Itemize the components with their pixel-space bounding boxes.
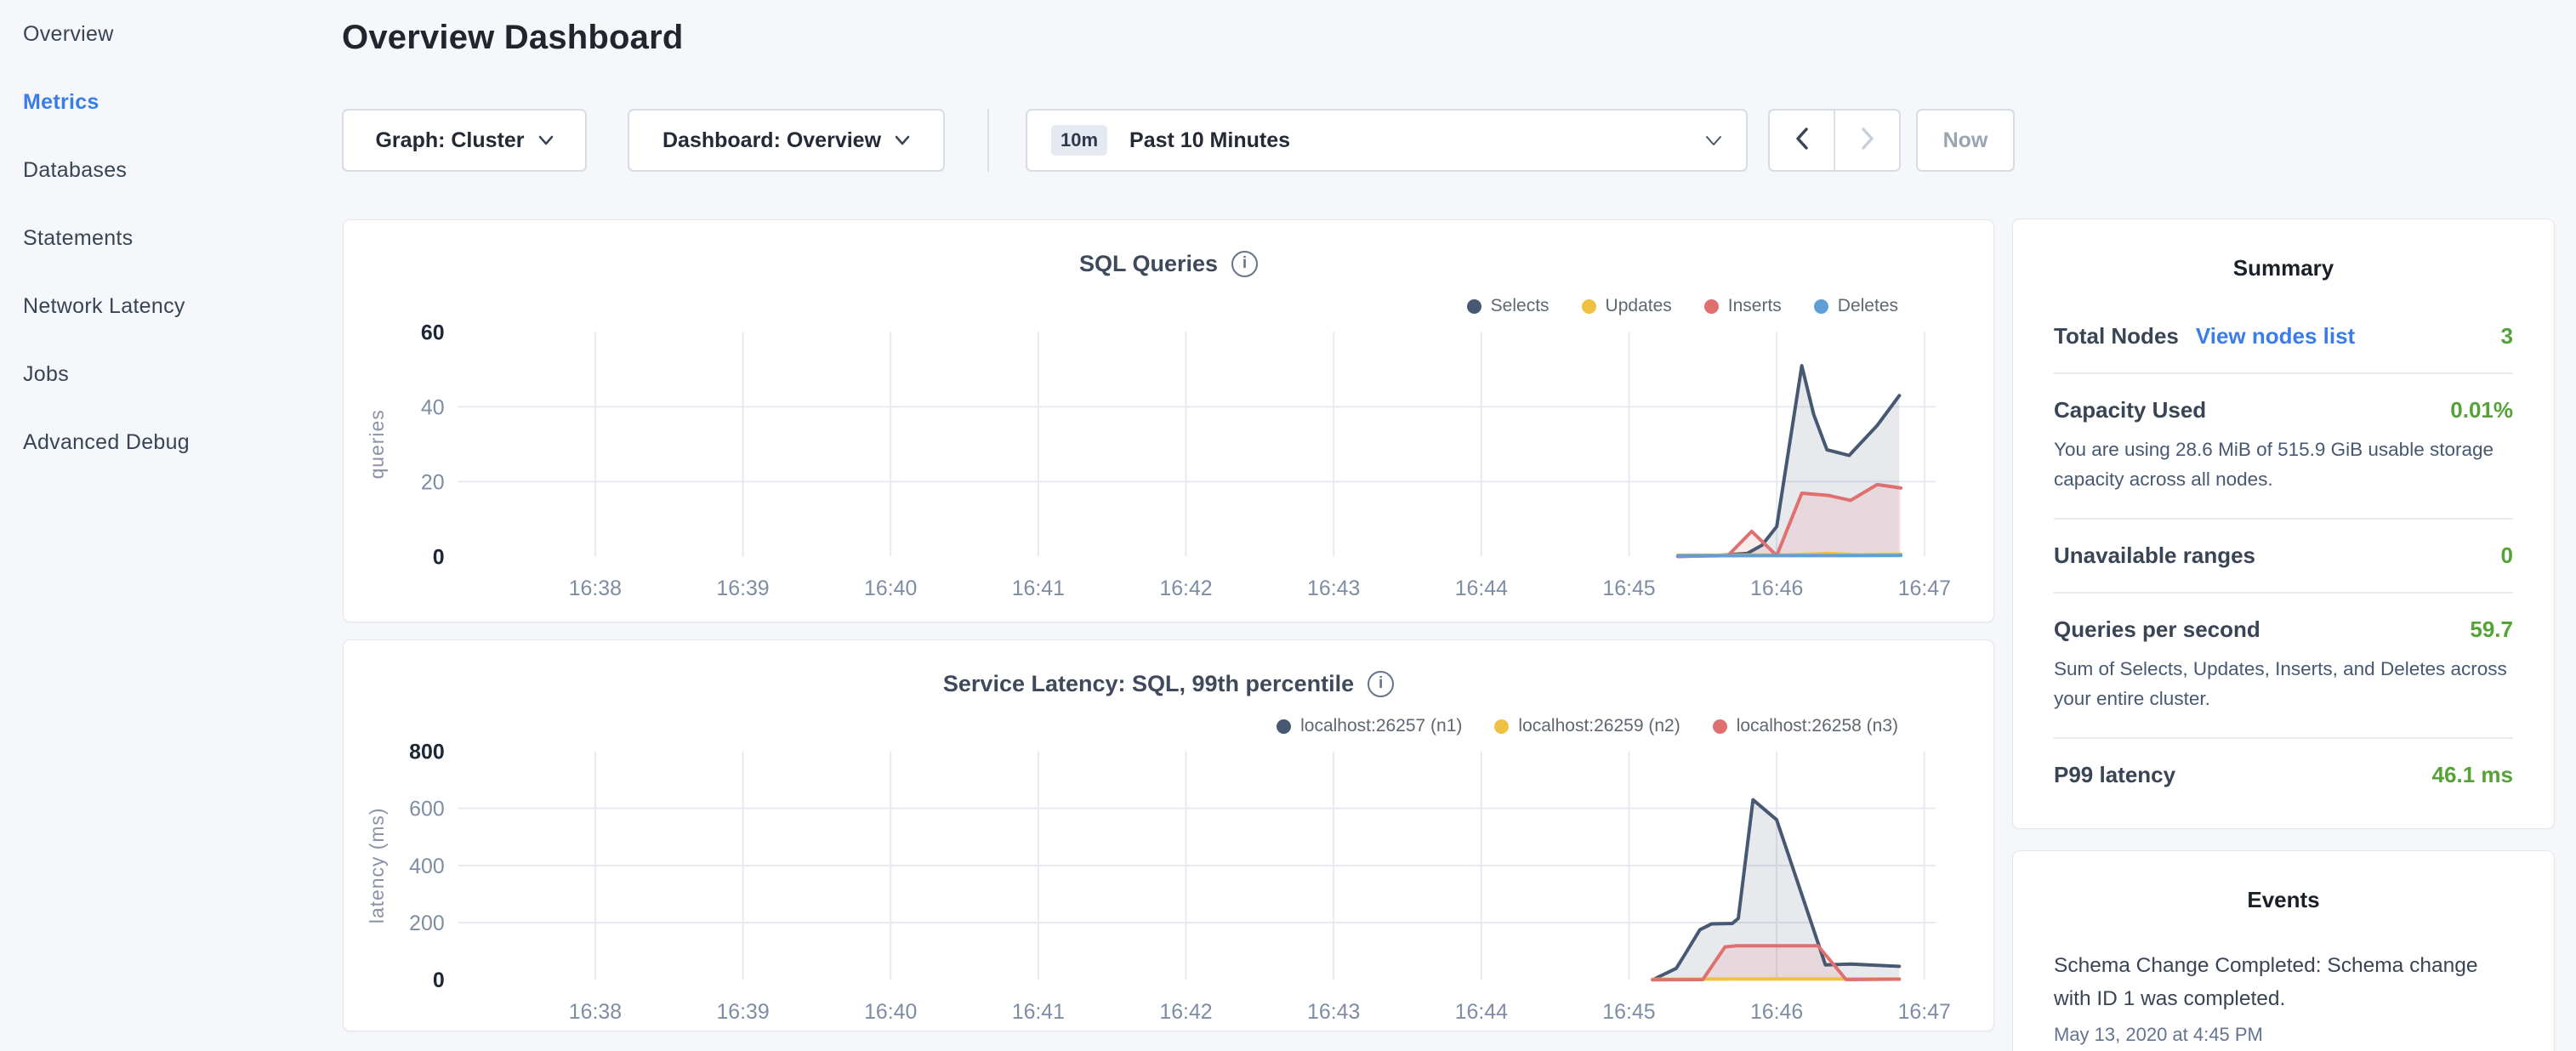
x-tick-label: 16:42 xyxy=(1159,577,1212,600)
x-tick-label: 16:41 xyxy=(1012,1000,1065,1024)
arrow-left-icon xyxy=(1795,128,1809,154)
summary-row-label: Capacity Used xyxy=(2054,397,2206,423)
y-tick-label: 20 xyxy=(421,470,445,494)
chart-plot: 16:38 16:39 16:40 16:41 16:42 16:43 16:44 16:45… xyxy=(344,220,1993,622)
service-latency-chart-card: Service Latency: SQL, 99th percentile i … xyxy=(343,639,1994,1031)
summary-row-total-nodes: Total Nodes View nodes list 3 xyxy=(2054,300,2513,372)
sidebar-item-overview[interactable]: Overview xyxy=(0,0,332,68)
summary-row-label: Queries per second xyxy=(2054,616,2260,643)
x-tick-label: 16:44 xyxy=(1455,577,1508,600)
event-message: Schema Change Completed: Schema change w… xyxy=(2054,949,2513,1015)
time-window-label: Past 10 Minutes xyxy=(1129,128,1290,153)
x-tick-label: 16:44 xyxy=(1455,1000,1508,1024)
chevron-down-icon xyxy=(1705,135,1722,146)
y-tick-label: 200 xyxy=(409,912,445,935)
dashboard-label: Dashboard: Overview xyxy=(662,128,881,153)
graph-scope-label: Graph: Cluster xyxy=(375,128,524,153)
x-tick-label: 16:40 xyxy=(864,577,917,600)
x-tick-label: 16:43 xyxy=(1307,1000,1360,1024)
y-tick-label: 0 xyxy=(433,545,445,569)
y-tick-label: 800 xyxy=(409,740,445,764)
page-title: Overview Dashboard xyxy=(342,19,684,57)
y-tick-label: 400 xyxy=(409,855,445,878)
chart-plot: 16:38 16:39 16:40 16:41 16:42 16:43 16:44 16:45… xyxy=(344,640,1993,1031)
dashboard-dropdown[interactable]: Dashboard: Overview xyxy=(628,109,945,172)
x-tick-label: 16:39 xyxy=(716,1000,769,1024)
summary-row-queries-per-second: Queries per second 59.7 Sum of Selects, … xyxy=(2054,592,2513,737)
time-window-badge: 10m xyxy=(1051,125,1107,156)
events-title: Events xyxy=(2054,887,2513,913)
event-timestamp: May 13, 2020 at 4:45 PM xyxy=(2054,1024,2513,1046)
toolbar-divider xyxy=(987,109,989,172)
summary-row-value: 0 xyxy=(2501,543,2513,569)
sql-queries-chart-card: SQL Queries i SelectsUpdatesInsertsDelet… xyxy=(343,219,1994,622)
x-tick-label: 16:43 xyxy=(1307,577,1360,600)
graph-scope-dropdown[interactable]: Graph: Cluster xyxy=(342,109,587,172)
y-tick-label: 40 xyxy=(421,395,445,419)
x-tick-label: 16:47 xyxy=(1898,1000,1951,1024)
prev-time-button[interactable] xyxy=(1770,111,1834,170)
x-tick-label: 16:38 xyxy=(569,1000,622,1024)
y-tick-label: 60 xyxy=(421,321,445,344)
event-list-item[interactable]: Schema Change Completed: Schema change w… xyxy=(2054,949,2513,1046)
y-tick-label: 0 xyxy=(433,969,445,992)
x-tick-label: 16:39 xyxy=(716,577,769,600)
time-step-buttons xyxy=(1768,109,1901,172)
summary-row-capacity-used: Capacity Used 0.01% You are using 28.6 M… xyxy=(2054,372,2513,518)
x-tick-label: 16:38 xyxy=(569,577,622,600)
arrow-right-icon xyxy=(1861,128,1874,154)
events-panel: Events Schema Change Completed: Schema c… xyxy=(2012,850,2555,1051)
x-tick-label: 16:40 xyxy=(864,1000,917,1024)
sidebar-item-network-latency[interactable]: Network Latency xyxy=(0,272,332,340)
x-tick-label: 16:41 xyxy=(1012,577,1065,600)
summary-panel: Summary Total Nodes View nodes list 3 Ca… xyxy=(2012,219,2555,829)
sidebar-item-jobs[interactable]: Jobs xyxy=(0,340,332,408)
chevron-down-icon xyxy=(895,135,910,145)
summary-row-p99-latency: P99 latency 46.1 ms xyxy=(2054,737,2513,811)
x-tick-label: 16:45 xyxy=(1602,577,1655,600)
now-button[interactable]: Now xyxy=(1916,109,2015,172)
summary-title: Summary xyxy=(2054,255,2513,281)
sidebar-item-databases[interactable]: Databases xyxy=(0,136,332,204)
y-axis-unit-label: latency (ms) xyxy=(366,808,388,924)
x-tick-label: 16:45 xyxy=(1602,1000,1655,1024)
view-nodes-list-link[interactable]: View nodes list xyxy=(2196,323,2355,349)
summary-row-unavailable-ranges: Unavailable ranges 0 xyxy=(2054,518,2513,592)
next-time-button[interactable] xyxy=(1834,111,1899,170)
y-tick-label: 600 xyxy=(409,798,445,821)
summary-row-label: Unavailable ranges xyxy=(2054,543,2255,569)
summary-row-subtext: Sum of Selects, Updates, Inserts, and De… xyxy=(2054,655,2513,714)
summary-row-label: Total Nodes xyxy=(2054,323,2179,349)
y-axis-unit-label: queries xyxy=(366,409,388,479)
summary-row-value: 59.7 xyxy=(2470,616,2513,643)
sidebar-item-statements[interactable]: Statements xyxy=(0,204,332,272)
x-tick-label: 16:42 xyxy=(1159,1000,1212,1024)
time-range-dropdown[interactable]: 10m Past 10 Minutes xyxy=(1026,109,1748,172)
summary-row-value: 0.01% xyxy=(2450,397,2513,423)
summary-row-value: 46.1 ms xyxy=(2432,762,2513,788)
x-tick-label: 16:46 xyxy=(1750,1000,1803,1024)
sidebar-item-metrics[interactable]: Metrics xyxy=(0,68,332,136)
sidebar-item-advanced-debug[interactable]: Advanced Debug xyxy=(0,408,332,476)
summary-row-value: 3 xyxy=(2501,323,2513,349)
chevron-down-icon xyxy=(538,135,554,145)
x-tick-label: 16:47 xyxy=(1898,577,1951,600)
summary-row-label: P99 latency xyxy=(2054,762,2175,788)
summary-row-subtext: You are using 28.6 MiB of 515.9 GiB usab… xyxy=(2054,435,2513,495)
sidebar: Overview Metrics Databases Statements Ne… xyxy=(0,0,332,1051)
x-tick-label: 16:46 xyxy=(1750,577,1803,600)
